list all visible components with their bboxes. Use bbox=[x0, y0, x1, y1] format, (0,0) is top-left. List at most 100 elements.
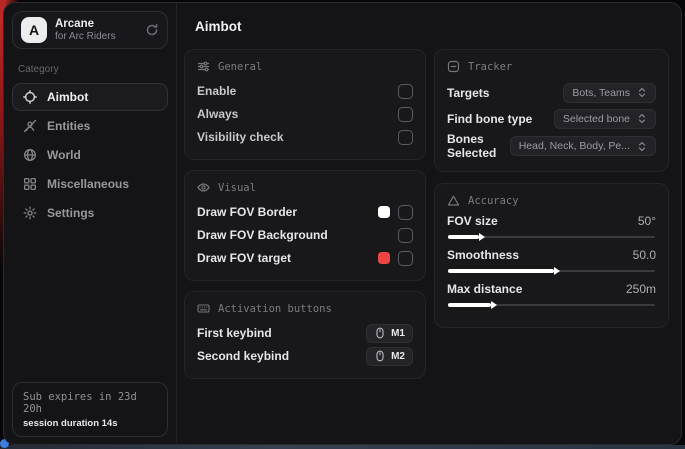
setting-row-visibility-check: Visibility check bbox=[197, 126, 413, 148]
brand-text: Arcane for Arc Riders bbox=[55, 18, 116, 43]
panel-title: Tracker bbox=[468, 61, 512, 73]
first-keybind-button[interactable]: M1 bbox=[366, 324, 413, 343]
panel-visual: Visual Draw FOV Border Draw FOV Backgrou… bbox=[184, 170, 426, 281]
sidebar-item-aimbot[interactable]: Aimbot bbox=[12, 83, 168, 111]
panel-tracker-header: Tracker bbox=[447, 60, 656, 73]
setting-row-draw-fov-border: Draw FOV Border bbox=[197, 201, 413, 223]
panel-title: General bbox=[218, 61, 262, 73]
draw-fov-target-checkbox[interactable] bbox=[398, 251, 413, 266]
keybind-value: M1 bbox=[391, 328, 405, 339]
dropdown-value: Selected bone bbox=[563, 113, 630, 125]
setting-label: FOV size bbox=[447, 214, 498, 228]
panel-accuracy: Accuracy FOV size 50° bbox=[434, 183, 669, 328]
panel-accuracy-header: Accuracy bbox=[447, 194, 656, 207]
fov-size-value: 50° bbox=[638, 214, 656, 228]
sidebar-item-world[interactable]: World bbox=[12, 141, 168, 169]
slider-fill bbox=[448, 303, 491, 307]
max-distance-value: 250m bbox=[626, 282, 656, 296]
bones-selected-dropdown[interactable]: Head, Neck, Body, Pe... bbox=[510, 136, 656, 156]
setting-row-draw-fov-target: Draw FOV target bbox=[197, 247, 413, 269]
setting-label: Draw FOV Background bbox=[197, 228, 328, 242]
smoothness-slider[interactable] bbox=[448, 266, 655, 276]
sidebar-item-label: Entities bbox=[47, 119, 90, 133]
visibility-check-checkbox[interactable] bbox=[398, 130, 413, 145]
subscription-expires: Sub expires in 23d 20h bbox=[23, 391, 157, 415]
globe-icon bbox=[23, 148, 37, 162]
enable-checkbox[interactable] bbox=[398, 84, 413, 99]
setting-label: Draw FOV target bbox=[197, 251, 291, 265]
sidebar-item-miscellaneous[interactable]: Miscellaneous bbox=[12, 170, 168, 198]
panel-activation-buttons: Activation buttons First keybind M1 bbox=[184, 291, 426, 379]
scan-icon bbox=[447, 60, 460, 73]
chevrons-up-down-icon bbox=[637, 113, 647, 124]
setting-row-always: Always bbox=[197, 103, 413, 125]
setting-row-smoothness: Smoothness 50.0 bbox=[447, 248, 656, 276]
refresh-icon[interactable] bbox=[145, 23, 159, 37]
slider-fill bbox=[448, 235, 479, 239]
find-bone-type-dropdown[interactable]: Selected bone bbox=[554, 109, 656, 129]
setting-row-fov-size: FOV size 50° bbox=[447, 214, 656, 242]
panel-general: General Enable Always Visibility check bbox=[184, 49, 426, 160]
sidebar-nav: Aimbot Entities World bbox=[12, 83, 168, 227]
setting-row-first-keybind: First keybind M1 bbox=[197, 322, 413, 344]
left-column: General Enable Always Visibility check bbox=[184, 49, 426, 379]
setting-row-second-keybind: Second keybind M2 bbox=[197, 345, 413, 367]
category-label: Category bbox=[18, 64, 162, 75]
sidebar-item-label: Settings bbox=[47, 206, 94, 220]
brand-name: Arcane bbox=[55, 18, 116, 31]
keybind-value: M2 bbox=[391, 351, 405, 362]
setting-controls bbox=[378, 251, 413, 266]
sidebar-spacer bbox=[12, 227, 168, 382]
smoothness-value: 50.0 bbox=[633, 248, 656, 262]
background-bottom-strip bbox=[0, 445, 685, 449]
triangle-icon bbox=[447, 194, 460, 207]
targets-dropdown[interactable]: Bots, Teams bbox=[563, 83, 656, 103]
draw-fov-border-checkbox[interactable] bbox=[398, 205, 413, 220]
sidebar-item-label: Aimbot bbox=[47, 90, 88, 104]
always-checkbox[interactable] bbox=[398, 107, 413, 122]
sidebar: A Arcane for Arc Riders Category Aimbot bbox=[4, 3, 177, 444]
right-column: Tracker Targets Bots, Teams bbox=[434, 49, 669, 328]
setting-row-targets: Targets Bots, Teams bbox=[447, 80, 656, 105]
crosshair-icon bbox=[23, 90, 37, 104]
sidebar-item-label: Miscellaneous bbox=[47, 177, 129, 191]
setting-label: Smoothness bbox=[447, 248, 519, 262]
color-swatch-red[interactable] bbox=[378, 252, 390, 264]
panel-title: Accuracy bbox=[468, 195, 519, 207]
draw-fov-background-checkbox[interactable] bbox=[398, 228, 413, 243]
setting-row-find-bone-type: Find bone type Selected bone bbox=[447, 106, 656, 131]
setting-controls bbox=[398, 228, 413, 243]
max-distance-slider[interactable] bbox=[448, 300, 655, 310]
setting-label: Draw FOV Border bbox=[197, 205, 297, 219]
person-scan-icon bbox=[23, 119, 37, 133]
fov-size-slider[interactable] bbox=[448, 232, 655, 242]
setting-row-draw-fov-background: Draw FOV Background bbox=[197, 224, 413, 246]
setting-label: First keybind bbox=[197, 326, 272, 340]
dropdown-value: Head, Neck, Body, Pe... bbox=[519, 140, 630, 152]
setting-label: Enable bbox=[197, 84, 236, 98]
brand-logo: A bbox=[21, 17, 47, 43]
setting-controls bbox=[378, 205, 413, 220]
eye-icon bbox=[197, 181, 210, 194]
main-content: Aimbot General bbox=[177, 3, 681, 444]
setting-row-max-distance: Max distance 250m bbox=[447, 282, 656, 310]
subscription-card: Sub expires in 23d 20h session duration … bbox=[12, 382, 168, 437]
sidebar-item-entities[interactable]: Entities bbox=[12, 112, 168, 140]
panel-general-header: General bbox=[197, 60, 413, 73]
sliders-icon bbox=[197, 60, 210, 73]
sidebar-item-settings[interactable]: Settings bbox=[12, 199, 168, 227]
panel-columns: General Enable Always Visibility check bbox=[184, 49, 669, 379]
grid-icon bbox=[23, 177, 37, 191]
brand-card: A Arcane for Arc Riders bbox=[12, 11, 168, 49]
panel-title: Visual bbox=[218, 182, 256, 194]
brand-subtitle: for Arc Riders bbox=[55, 31, 116, 43]
second-keybind-button[interactable]: M2 bbox=[366, 347, 413, 366]
panel-title: Activation buttons bbox=[218, 303, 332, 315]
mouse-icon bbox=[374, 327, 386, 339]
panel-visual-header: Visual bbox=[197, 181, 413, 194]
page-title: Aimbot bbox=[195, 19, 669, 34]
slider-fill bbox=[448, 269, 554, 273]
color-swatch-white[interactable] bbox=[378, 206, 390, 218]
gear-icon bbox=[23, 206, 37, 220]
setting-label: Find bone type bbox=[447, 112, 532, 126]
